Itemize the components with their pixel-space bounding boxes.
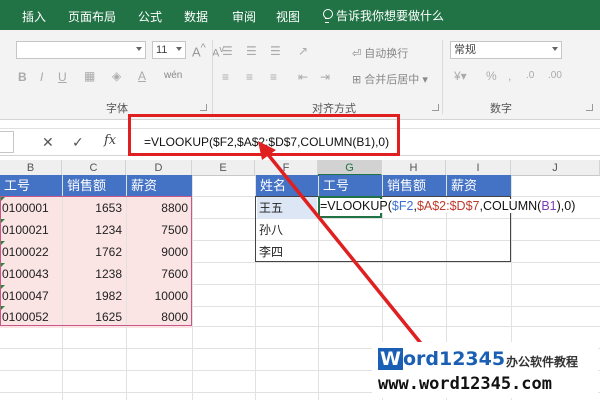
arrow-shaft [264, 150, 438, 364]
watermark: Word12345 办公软件教程 www.word12345.com [372, 342, 598, 398]
watermark-w: W [378, 348, 403, 370]
watermark-brand-text: ord12345 [402, 348, 506, 370]
watermark-url: www.word12345.com [378, 374, 552, 394]
watermark-tagline: 办公软件教程 [506, 355, 579, 369]
watermark-brand: Word12345 [378, 348, 505, 370]
arrow-head [258, 141, 276, 160]
annotation-arrow [258, 141, 438, 364]
